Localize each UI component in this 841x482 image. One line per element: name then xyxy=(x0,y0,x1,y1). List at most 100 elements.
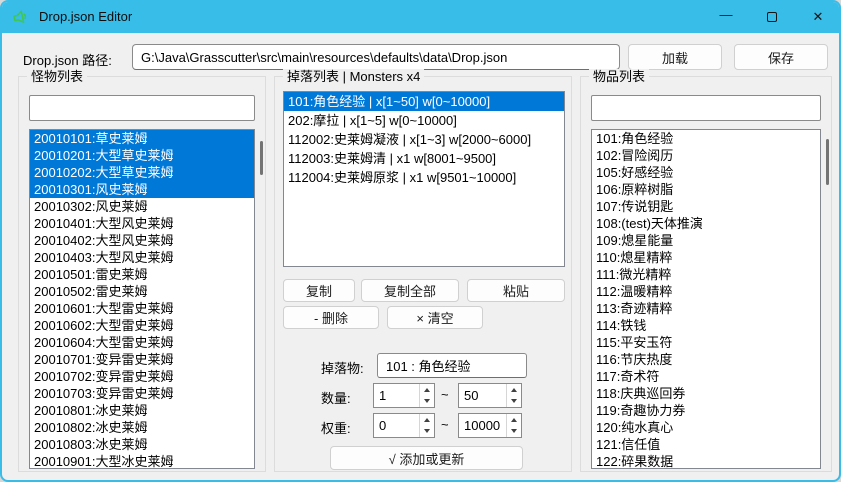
list-item[interactable]: 115:平安玉符 xyxy=(592,334,820,351)
list-item[interactable]: 114:铁钱 xyxy=(592,317,820,334)
monster-list[interactable]: 20010101:草史莱姆20010201:大型草史莱姆20010202:大型草… xyxy=(29,129,255,469)
clear-button[interactable]: × 清空 xyxy=(387,306,483,329)
save-button[interactable]: 保存 xyxy=(734,44,828,70)
monster-panel: 怪物列表 20010101:草史莱姆20010201:大型草史莱姆2001020… xyxy=(18,76,266,472)
app-icon xyxy=(10,6,31,27)
spin-up-icon xyxy=(511,388,517,392)
list-item[interactable]: 20010601:大型雷史莱姆 xyxy=(30,300,254,317)
weight-min-arrows xyxy=(419,414,434,437)
list-item[interactable]: 20010401:大型风史莱姆 xyxy=(30,215,254,232)
item-list[interactable]: 101:角色经验102:冒险阅历105:好感经验106:原粹树脂107:传说钥匙… xyxy=(591,129,821,469)
count-label: 数量: xyxy=(321,388,351,407)
list-item[interactable]: 101:角色经验 xyxy=(592,130,820,147)
list-item[interactable]: 20010901:大型冰史莱姆 xyxy=(30,453,254,469)
list-item[interactable]: 112:温暖精粹 xyxy=(592,283,820,300)
weight-min-stepper[interactable]: 0 xyxy=(373,413,435,438)
list-item[interactable]: 112003:史莱姆清 | x1 w[8001~9500] xyxy=(284,149,564,168)
list-item[interactable]: 20010702:变异雷史莱姆 xyxy=(30,368,254,385)
spin-down-button[interactable] xyxy=(507,426,521,438)
monster-search-input[interactable] xyxy=(29,95,255,121)
spin-down-icon xyxy=(511,429,517,433)
spin-down-icon xyxy=(424,399,430,403)
drop-item-label: 掉落物: xyxy=(321,358,364,377)
list-item[interactable]: 20010502:雷史莱姆 xyxy=(30,283,254,300)
list-item[interactable]: 112004:史莱姆原浆 | x1 w[9501~10000] xyxy=(284,168,564,187)
weight-max-stepper[interactable]: 10000 xyxy=(458,413,522,438)
list-item[interactable]: 20010402:大型风史莱姆 xyxy=(30,232,254,249)
maximize-icon xyxy=(767,12,777,22)
spin-down-icon xyxy=(424,429,430,433)
list-item[interactable]: 20010604:大型雷史莱姆 xyxy=(30,334,254,351)
list-item[interactable]: 20010101:草史莱姆 xyxy=(30,130,254,147)
list-item[interactable]: 20010202:大型草史莱姆 xyxy=(30,164,254,181)
list-item[interactable]: 122:碎果数据 xyxy=(592,453,820,469)
paste-button[interactable]: 粘贴 xyxy=(467,279,565,302)
drop-list[interactable]: 101:角色经验 | x[1~50] w[0~10000]202:摩拉 | x[… xyxy=(283,91,565,267)
list-item[interactable]: 113:奇迹精粹 xyxy=(592,300,820,317)
list-item[interactable]: 202:摩拉 | x[1~5] w[0~10000] xyxy=(284,111,564,130)
list-item[interactable]: 119:奇趣协力券 xyxy=(592,402,820,419)
copy-button[interactable]: 复制 xyxy=(283,279,355,302)
list-item[interactable]: 20010602:大型雷史莱姆 xyxy=(30,317,254,334)
list-item[interactable]: 102:冒险阅历 xyxy=(592,147,820,164)
spin-down-button[interactable] xyxy=(507,396,521,408)
list-item[interactable]: 106:原粹树脂 xyxy=(592,181,820,198)
close-button[interactable]: ✕ xyxy=(795,0,841,33)
spin-up-button[interactable] xyxy=(420,384,434,396)
spin-down-icon xyxy=(511,399,517,403)
drop-item-input[interactable] xyxy=(377,353,527,378)
count-max-stepper[interactable]: 50 xyxy=(458,383,522,408)
window-title: Drop.json Editor xyxy=(39,9,132,24)
minimize-button[interactable]: — xyxy=(703,0,749,33)
list-item[interactable]: 111:微光精粹 xyxy=(592,266,820,283)
count-min-arrows xyxy=(419,384,434,407)
list-item[interactable]: 107:传说钥匙 xyxy=(592,198,820,215)
list-item[interactable]: 118:庆典巡回券 xyxy=(592,385,820,402)
list-item[interactable]: 101:角色经验 | x[1~50] w[0~10000] xyxy=(284,92,564,111)
delete-button[interactable]: - 删除 xyxy=(283,306,379,329)
add-or-update-button[interactable]: √ 添加或更新 xyxy=(330,446,523,470)
spin-up-button[interactable] xyxy=(507,384,521,396)
list-item[interactable]: 20010801:冰史莱姆 xyxy=(30,402,254,419)
item-list-scrollbar[interactable] xyxy=(826,139,829,185)
list-item[interactable]: 20010803:冰史莱姆 xyxy=(30,436,254,453)
titlebar[interactable]: Drop.json Editor — ✕ xyxy=(0,0,841,33)
path-input[interactable] xyxy=(132,44,620,70)
list-item[interactable]: 110:熄星精粹 xyxy=(592,249,820,266)
list-item[interactable]: 121:信任值 xyxy=(592,436,820,453)
monster-panel-title: 怪物列表 xyxy=(27,69,87,84)
copy-all-button[interactable]: 复制全部 xyxy=(361,279,459,302)
list-item[interactable]: 20010201:大型草史莱姆 xyxy=(30,147,254,164)
list-item[interactable]: 108:(test)天体推演 xyxy=(592,215,820,232)
close-icon: ✕ xyxy=(813,9,824,25)
list-item[interactable]: 120:纯水真心 xyxy=(592,419,820,436)
list-item[interactable]: 20010301:风史莱姆 xyxy=(30,181,254,198)
load-button[interactable]: 加载 xyxy=(628,44,722,70)
spin-down-button[interactable] xyxy=(420,426,434,438)
list-item[interactable]: 20010703:变异雷史莱姆 xyxy=(30,385,254,402)
list-item[interactable]: 20010802:冰史莱姆 xyxy=(30,419,254,436)
monster-list-scrollbar[interactable] xyxy=(260,141,263,175)
weight-min-value: 0 xyxy=(374,414,419,437)
spin-down-button[interactable] xyxy=(420,396,434,408)
list-item[interactable]: 20010403:大型风史莱姆 xyxy=(30,249,254,266)
weight-max-arrows xyxy=(506,414,521,437)
item-search-input[interactable] xyxy=(591,95,821,121)
spin-up-icon xyxy=(424,418,430,422)
list-item[interactable]: 20010501:雷史莱姆 xyxy=(30,266,254,283)
list-item[interactable]: 112002:史莱姆凝液 | x[1~3] w[2000~6000] xyxy=(284,130,564,149)
list-item[interactable]: 105:好感经验 xyxy=(592,164,820,181)
maximize-button[interactable] xyxy=(749,0,795,33)
count-max-arrows xyxy=(506,384,521,407)
list-item[interactable]: 20010302:风史莱姆 xyxy=(30,198,254,215)
item-panel: 物品列表 101:角色经验102:冒险阅历105:好感经验106:原粹树脂107… xyxy=(580,76,832,472)
list-item[interactable]: 109:熄星能量 xyxy=(592,232,820,249)
minimize-icon: — xyxy=(720,7,733,22)
spin-up-button[interactable] xyxy=(507,414,521,426)
spin-up-icon xyxy=(511,418,517,422)
list-item[interactable]: 20010701:变异雷史莱姆 xyxy=(30,351,254,368)
list-item[interactable]: 117:奇术符 xyxy=(592,368,820,385)
count-min-stepper[interactable]: 1 xyxy=(373,383,435,408)
spin-up-button[interactable] xyxy=(420,414,434,426)
list-item[interactable]: 116:节庆热度 xyxy=(592,351,820,368)
